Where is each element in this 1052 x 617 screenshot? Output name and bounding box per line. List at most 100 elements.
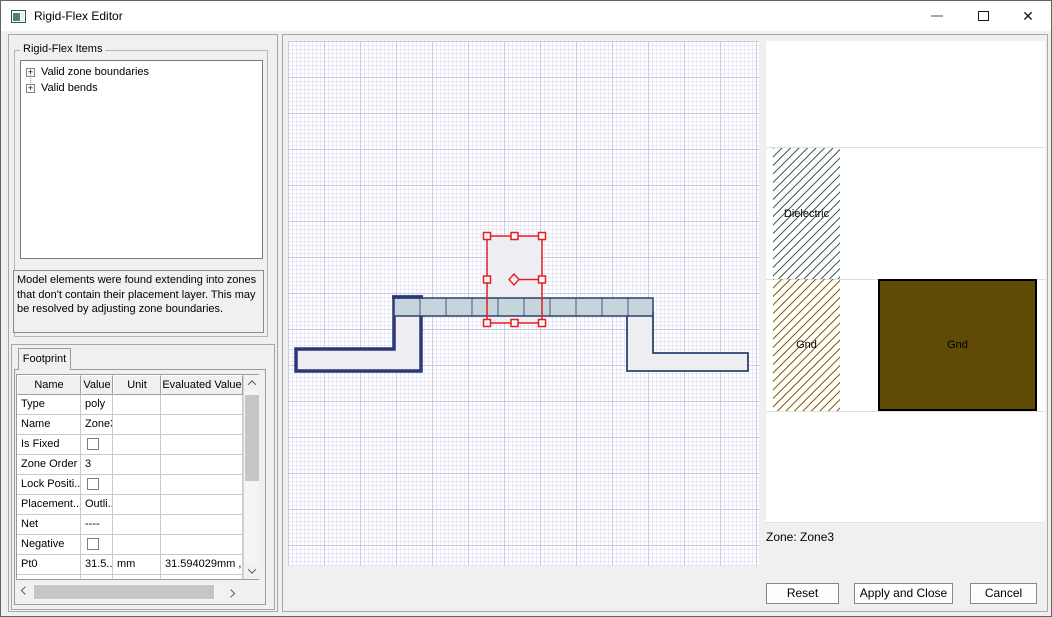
table-row-name[interactable]: Name Zone3 — [17, 415, 243, 435]
cell-unit[interactable]: mm — [113, 555, 161, 575]
cell-name[interactable]: Pt1 — [17, 575, 81, 579]
titlebar[interactable]: Rigid-Flex Editor ✕ — [1, 1, 1051, 31]
cell-eval: 40.97799mm ... — [161, 575, 243, 579]
apply-and-close-button[interactable]: Apply and Close — [854, 583, 953, 604]
table-row-negative[interactable]: Negative — [17, 535, 243, 555]
cell-value[interactable] — [81, 435, 113, 455]
scroll-down-button[interactable] — [244, 563, 260, 579]
cell-unit[interactable] — [113, 395, 161, 415]
cell-unit[interactable]: mm — [113, 575, 161, 579]
cell-eval — [161, 515, 243, 535]
cell-unit[interactable] — [113, 495, 161, 515]
cell-unit[interactable] — [113, 435, 161, 455]
cell-name[interactable]: Placement... — [17, 495, 81, 515]
cell-unit[interactable] — [113, 455, 161, 475]
cell-unit[interactable] — [113, 535, 161, 555]
cell-value[interactable] — [81, 535, 113, 555]
column-header-name[interactable]: Name — [17, 375, 81, 395]
vertical-scrollbar[interactable] — [243, 375, 259, 579]
horizontal-scrollbar[interactable] — [17, 584, 239, 600]
cell-name[interactable]: Pt0 — [17, 555, 81, 575]
board-canvas[interactable] — [288, 41, 759, 566]
table-row-zone-order[interactable]: Zone Order 3 — [17, 455, 243, 475]
handle-mid-left[interactable] — [484, 276, 491, 283]
checkbox[interactable] — [87, 538, 99, 550]
table-row-lock-position[interactable]: Lock Positi... — [17, 475, 243, 495]
checkbox[interactable] — [87, 478, 99, 490]
chevron-down-icon — [248, 565, 256, 573]
layer-stack-preview: Dielectric Gnd Gnd — [766, 41, 1045, 523]
table-row-pt0[interactable]: Pt0 31.5... mm 31.594029mm ,... — [17, 555, 243, 575]
maximize-button[interactable] — [960, 1, 1006, 31]
handle-top-left[interactable] — [484, 233, 491, 240]
cell-name[interactable]: Net — [17, 515, 81, 535]
horizontal-scrollbar-thumb[interactable] — [34, 585, 214, 599]
dielectric-layer-hatch: Dielectric — [773, 148, 840, 279]
handle-mid-right[interactable] — [539, 276, 546, 283]
column-header-value[interactable]: Value — [81, 375, 113, 395]
gnd-hatch-label: Gnd — [796, 339, 817, 351]
reset-button[interactable]: Reset — [766, 583, 839, 604]
chevron-up-icon — [248, 380, 256, 388]
table-body: Type poly Name Zone3 Is Fixed Zone Order… — [17, 395, 243, 579]
scroll-up-button[interactable] — [244, 375, 260, 391]
chevron-left-icon — [21, 586, 29, 594]
cell-unit[interactable] — [113, 515, 161, 535]
close-button[interactable]: ✕ — [1006, 1, 1050, 31]
table-row-is-fixed[interactable]: Is Fixed — [17, 435, 243, 455]
handle-top-mid[interactable] — [511, 233, 518, 240]
cell-eval — [161, 415, 243, 435]
chevron-right-icon — [227, 589, 235, 597]
cell-name[interactable]: Negative — [17, 535, 81, 555]
layer-separator-line — [766, 411, 1045, 412]
tree-item-valid-bends[interactable]: + Valid bends — [21, 80, 262, 96]
handle-bottom-left[interactable] — [484, 320, 491, 327]
cell-value[interactable] — [81, 475, 113, 495]
tree-item-valid-zone-boundaries[interactable]: + Valid zone boundaries — [21, 64, 262, 80]
column-header-unit[interactable]: Unit — [113, 375, 161, 395]
scroll-right-button[interactable] — [223, 584, 239, 600]
handle-bottom-right[interactable] — [539, 320, 546, 327]
cell-name[interactable]: Is Fixed — [17, 435, 81, 455]
table-row-net[interactable]: Net ---- — [17, 515, 243, 535]
table-row-type[interactable]: Type poly — [17, 395, 243, 415]
gnd-plane-label: Gnd — [947, 339, 968, 351]
table-row-placement[interactable]: Placement... Outli... — [17, 495, 243, 515]
rigid-flex-items-tree[interactable]: + Valid zone boundaries + Valid bends — [20, 60, 263, 259]
tab-footprint[interactable]: Footprint — [18, 348, 71, 370]
cell-value[interactable]: 31.5... — [81, 555, 113, 575]
cell-name[interactable]: Name — [17, 415, 81, 435]
cell-eval — [161, 535, 243, 555]
dielectric-label: Dielectric — [784, 208, 829, 220]
minimize-button[interactable] — [914, 1, 960, 31]
warning-message: Model elements were found extending into… — [13, 270, 264, 333]
gnd-layer-hatch: Gnd — [773, 279, 840, 411]
cell-eval — [161, 495, 243, 515]
handle-top-right[interactable] — [539, 233, 546, 240]
cell-value[interactable]: ---- — [81, 515, 113, 535]
cell-value[interactable]: 40.9... — [81, 575, 113, 579]
checkbox[interactable] — [87, 438, 99, 450]
cell-value[interactable]: 3 — [81, 455, 113, 475]
cell-value[interactable]: poly — [81, 395, 113, 415]
cell-unit[interactable] — [113, 415, 161, 435]
table-row-pt1[interactable]: Pt1 40.9... mm 40.97799mm ... — [17, 575, 243, 579]
cell-value[interactable]: Zone3 — [81, 415, 113, 435]
properties-table[interactable]: Name Value Unit Evaluated Value Type pol… — [16, 374, 259, 580]
scroll-left-button[interactable] — [17, 584, 33, 600]
cell-unit[interactable] — [113, 475, 161, 495]
column-header-evaluated-value[interactable]: Evaluated Value — [161, 375, 243, 395]
gnd-plane-rect: Gnd — [878, 279, 1037, 411]
cell-value[interactable]: Outli... — [81, 495, 113, 515]
handle-bottom-mid[interactable] — [511, 320, 518, 327]
groupbox-label: Rigid-Flex Items — [20, 43, 105, 55]
right-rigid-zone[interactable] — [627, 312, 748, 371]
cancel-button[interactable]: Cancel — [970, 583, 1037, 604]
vertical-scrollbar-thumb[interactable] — [245, 395, 259, 481]
close-icon: ✕ — [1022, 9, 1034, 23]
cell-name[interactable]: Type — [17, 395, 81, 415]
board-drawing — [288, 41, 759, 566]
cell-name[interactable]: Zone Order — [17, 455, 81, 475]
window-title: Rigid-Flex Editor — [34, 9, 123, 23]
cell-name[interactable]: Lock Positi... — [17, 475, 81, 495]
